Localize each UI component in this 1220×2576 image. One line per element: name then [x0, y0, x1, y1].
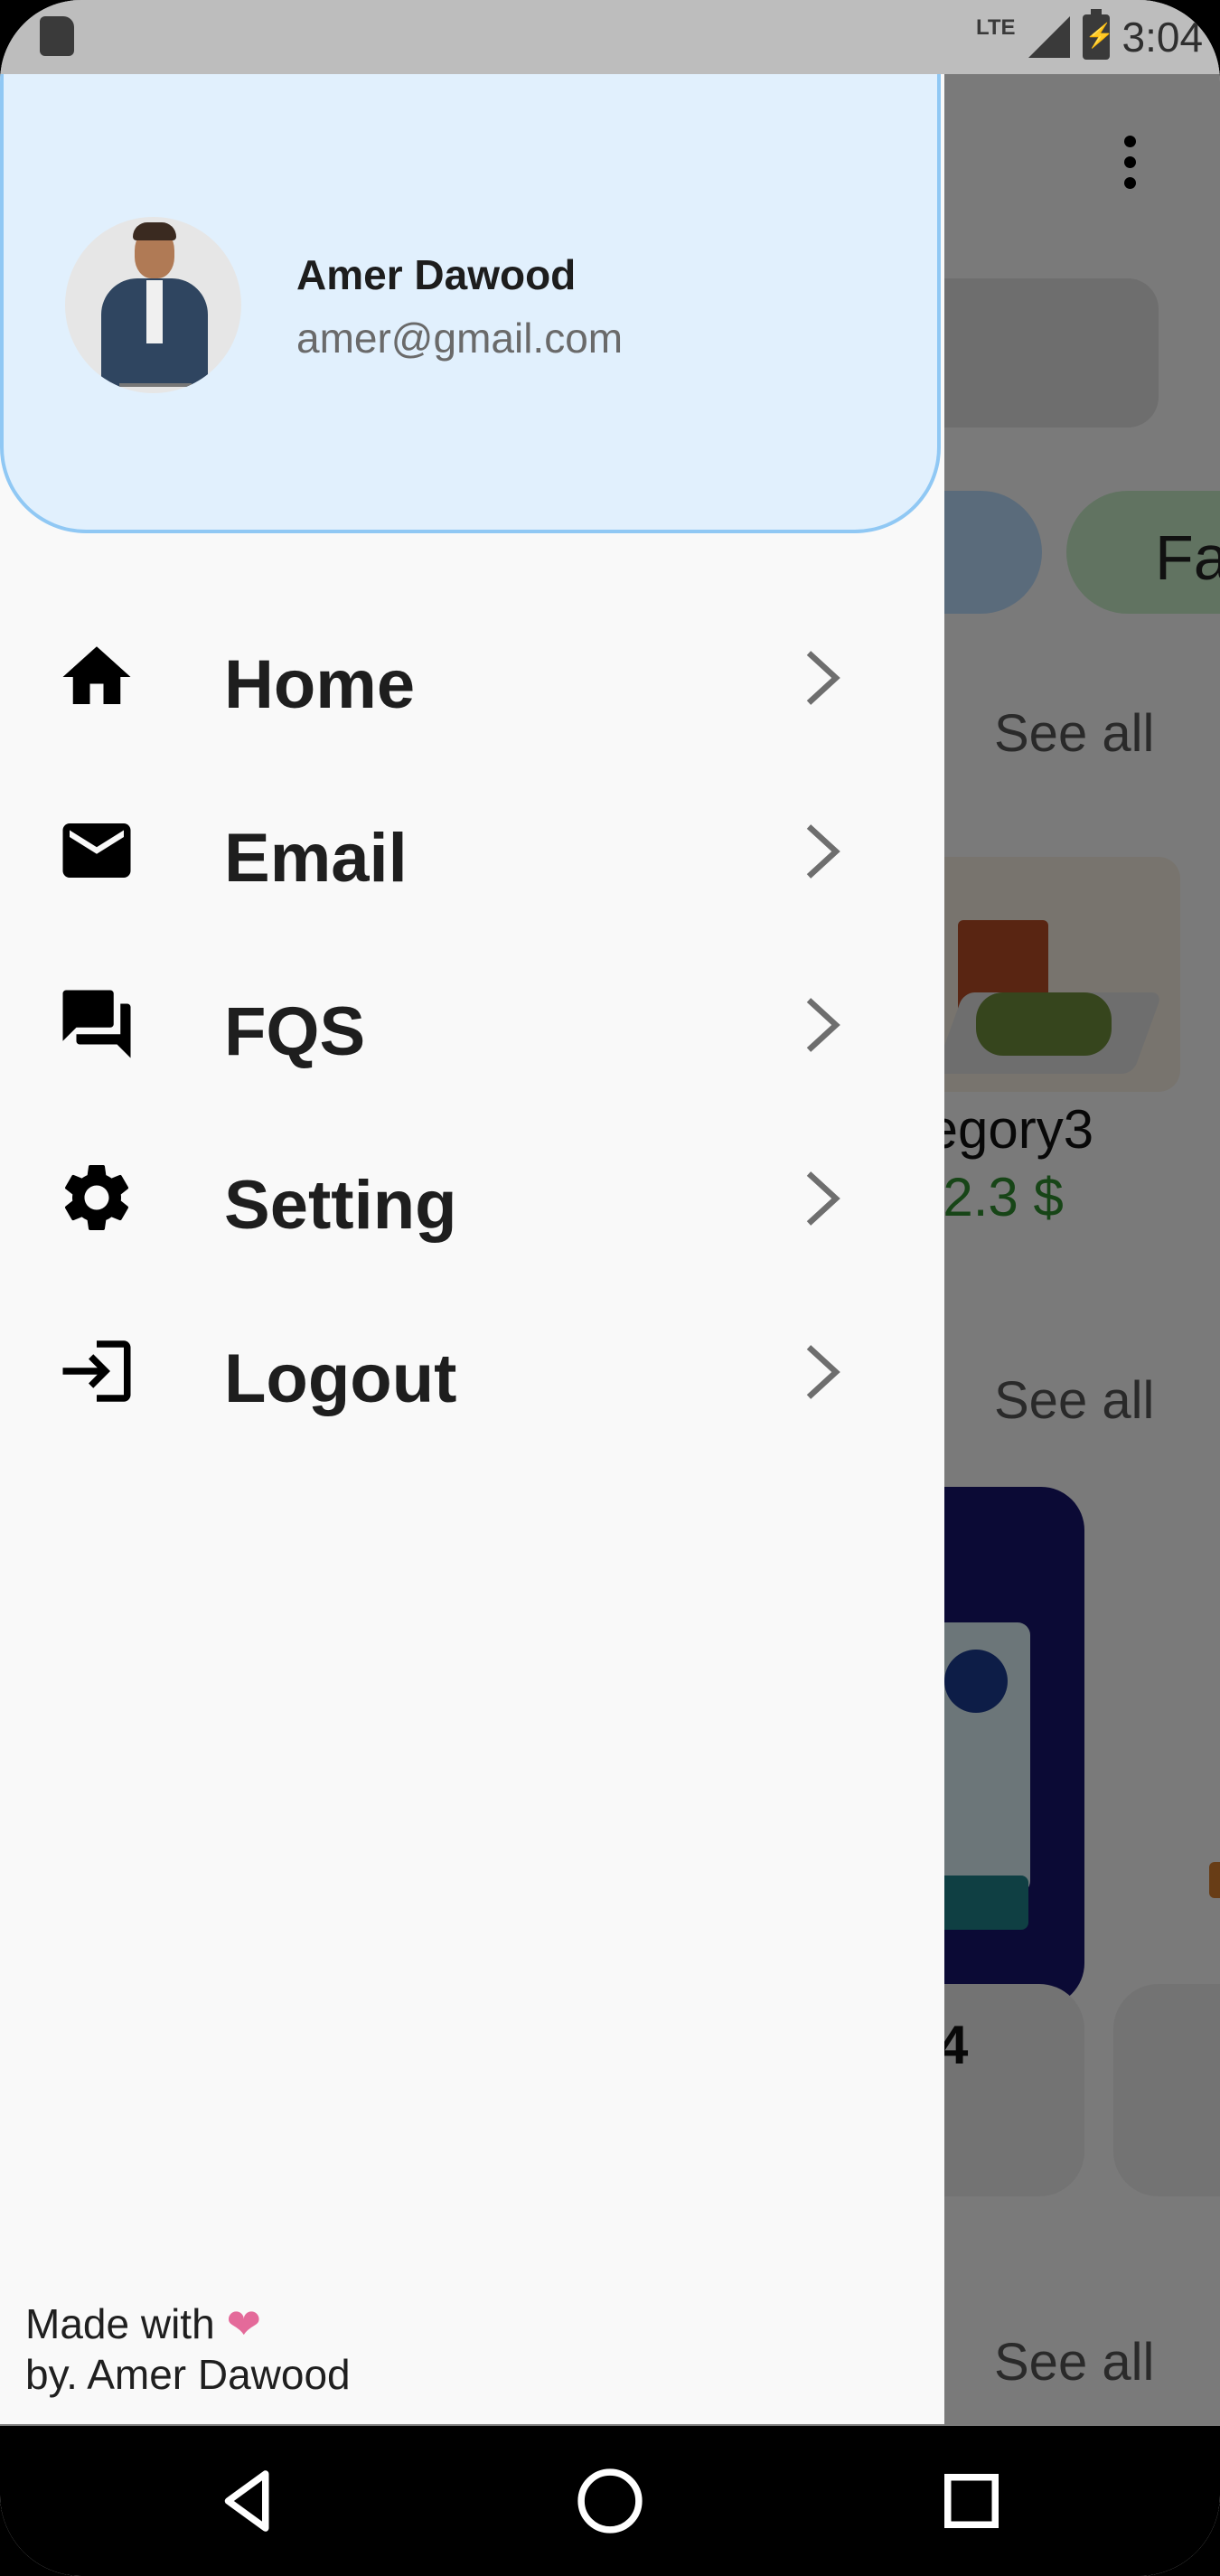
home-icon	[56, 636, 137, 718]
email-icon	[56, 810, 137, 891]
heart-icon: ❤	[226, 2300, 261, 2347]
user-name: Amer Dawood	[296, 251, 577, 298]
footer-credit: Made with ❤	[25, 2299, 261, 2348]
clock: 3:04	[1121, 14, 1204, 61]
gear-icon	[56, 1157, 137, 1238]
sd-card-icon	[40, 16, 74, 56]
status-bar: LTE 3:04	[0, 0, 1220, 74]
drawer-item-label: FQS	[224, 993, 366, 1070]
home-circle-icon[interactable]	[569, 2460, 651, 2542]
battery-charging-icon	[1082, 9, 1114, 60]
drawer-item-label: Setting	[224, 1167, 457, 1244]
chevron-right-icon	[795, 1338, 849, 1406]
drawer-menu: Home Email FQS Setting Logout	[0, 591, 944, 1459]
drawer-item-label: Email	[224, 820, 408, 897]
drawer-item-fqs[interactable]: FQS	[0, 938, 944, 1112]
avatar[interactable]	[65, 217, 241, 393]
chevron-right-icon	[795, 991, 849, 1059]
chevron-right-icon	[795, 644, 849, 712]
back-icon[interactable]	[208, 2460, 289, 2542]
drawer-header: Amer Dawood amer@gmail.com	[0, 74, 941, 533]
system-nav-bar	[0, 2426, 1220, 2576]
drawer-item-label: Logout	[224, 1340, 457, 1417]
drawer-item-home[interactable]: Home	[0, 591, 944, 765]
drawer-item-email[interactable]: Email	[0, 765, 944, 938]
user-email: amer@gmail.com	[296, 315, 624, 362]
chevron-right-icon	[795, 817, 849, 886]
forum-icon	[56, 983, 137, 1065]
phone-screen: Fa See all tegory3 22.3 $ See all 4 See …	[0, 0, 1220, 2576]
logout-icon	[56, 1330, 137, 1412]
recents-icon[interactable]	[931, 2460, 1012, 2542]
drawer-item-label: Home	[224, 646, 416, 723]
signal-icon	[1028, 16, 1070, 58]
chevron-right-icon	[795, 1164, 849, 1233]
drawer-item-logout[interactable]: Logout	[0, 1285, 944, 1459]
navigation-drawer: Amer Dawood amer@gmail.com Home Email FQ…	[0, 74, 944, 2424]
drawer-item-setting[interactable]: Setting	[0, 1112, 944, 1285]
footer-made-with: Made with	[25, 2300, 215, 2347]
network-type: LTE	[976, 15, 1016, 40]
footer-author: by. Amer Dawood	[25, 2351, 351, 2398]
